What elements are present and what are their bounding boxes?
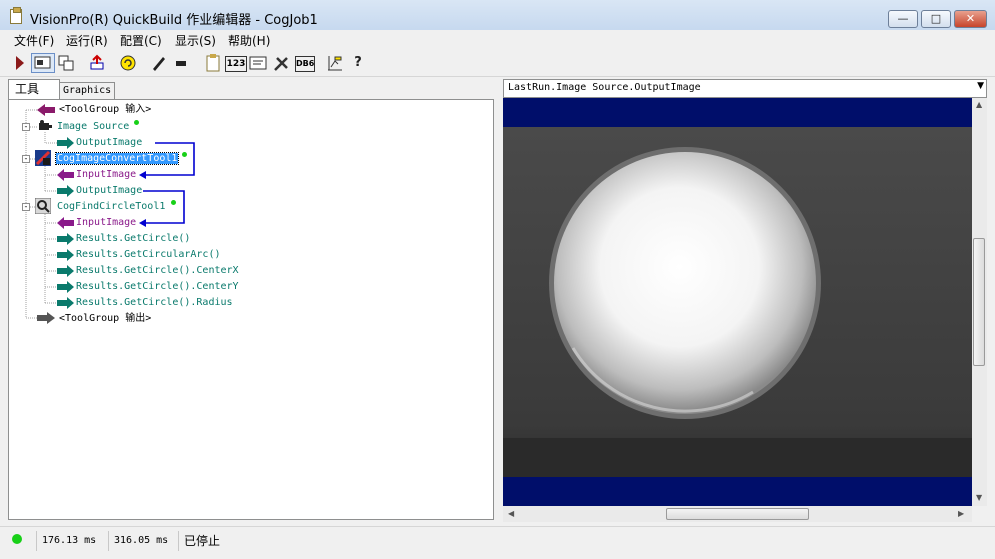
status-dot — [171, 200, 176, 205]
image-source-output[interactable]: OutputImage — [76, 136, 142, 150]
terminal-icon[interactable] — [248, 53, 268, 73]
menu-config[interactable]: 配置(C) — [120, 32, 162, 49]
import-icon[interactable] — [87, 53, 107, 73]
tools-icon[interactable] — [272, 53, 292, 73]
menu-view[interactable]: 显示(S) — [175, 32, 216, 49]
menu-bar: 文件(F) 运行(R) 配置(C) 显示(S) 帮助(H) — [0, 30, 995, 49]
app-icon — [10, 7, 22, 24]
convert-tool-node[interactable]: CogImageConvertTool1 — [54, 152, 180, 166]
output-arrow-icon — [57, 185, 74, 197]
run-status-indicator — [12, 534, 22, 544]
collapse-image-source[interactable]: - — [22, 123, 30, 131]
menu-help[interactable]: 帮助(H) — [228, 32, 270, 49]
menu-run[interactable]: 运行(R) — [66, 32, 108, 49]
collapse-convert-tool[interactable]: - — [22, 155, 30, 163]
status-bar: 176.13 ms 316.05 ms 已停止 — [0, 526, 995, 559]
output-group-arrow-icon — [37, 312, 55, 324]
help-icon[interactable]: ? — [348, 53, 368, 73]
scroll-up-icon[interactable]: ▲ — [976, 100, 982, 109]
output-arrow-icon — [57, 297, 74, 309]
edit-icon[interactable] — [149, 53, 169, 73]
minimize-button[interactable]: — — [888, 10, 918, 28]
link-icon[interactable] — [172, 53, 192, 73]
convert-output[interactable]: OutputImage — [76, 184, 142, 198]
input-arrow-icon — [37, 104, 55, 116]
chevron-down-icon[interactable]: ▼ — [977, 81, 984, 91]
window-title: VisionPro(R) QuickBuild 作业编辑器 - CogJob1 — [30, 13, 318, 28]
output-arrow-icon — [57, 137, 74, 149]
clipboard-icon[interactable] — [203, 53, 223, 73]
status-dot — [134, 120, 139, 125]
output-arrow-icon — [57, 281, 74, 293]
counter-icon[interactable]: 123 — [225, 56, 247, 72]
database-icon[interactable]: DB6 — [295, 56, 315, 72]
image-source-node[interactable]: Image Source — [57, 120, 129, 134]
tab-tools[interactable]: 工具 — [8, 79, 60, 100]
find-input[interactable]: InputImage — [76, 216, 136, 230]
result-radius[interactable]: Results.GetCircle().Radius — [76, 296, 233, 310]
convert-tool-label: CogImageConvertTool1 — [54, 152, 180, 165]
input-arrow-icon — [57, 169, 74, 181]
scroll-down-icon[interactable]: ▼ — [976, 493, 982, 502]
convert-input[interactable]: InputImage — [76, 168, 136, 182]
maximize-button[interactable]: □ — [921, 10, 951, 28]
chart-icon[interactable] — [325, 53, 345, 73]
run-icon[interactable] — [10, 53, 30, 73]
find-circle-tool-node[interactable]: CogFindCircleTool1 — [57, 200, 165, 214]
output-arrow-icon — [57, 265, 74, 277]
find-circle-tool-icon — [35, 198, 51, 214]
copy-icon[interactable] — [56, 53, 76, 73]
result-arc[interactable]: Results.GetCircularArc() — [76, 248, 221, 262]
result-circle[interactable]: Results.GetCircle() — [76, 232, 190, 246]
toolbar: 123 DB6 ? — [0, 50, 995, 77]
collapse-find-tool[interactable]: - — [22, 203, 30, 211]
group-input-node[interactable]: <ToolGroup 输入> — [59, 103, 151, 117]
vertical-scrollbar[interactable]: ▲ ▼ — [972, 98, 987, 506]
scroll-left-icon[interactable]: ◀ — [508, 509, 514, 518]
camera-image — [503, 127, 972, 477]
result-center-x[interactable]: Results.GetCircle().CenterX — [76, 264, 239, 278]
scroll-right-icon[interactable]: ▶ — [958, 509, 964, 518]
horizontal-scroll-thumb[interactable] — [666, 508, 809, 520]
close-button[interactable]: ✕ — [954, 10, 987, 28]
image-source-dropdown[interactable]: LastRun.Image Source.OutputImage ▼ — [503, 79, 987, 98]
output-arrow-icon — [57, 233, 74, 245]
camera-icon — [39, 120, 52, 130]
convert-tool-icon — [35, 150, 51, 166]
total-run-time: 316.05 ms — [108, 531, 178, 551]
view-toggle-icon[interactable] — [31, 53, 55, 73]
run-state: 已停止 — [178, 531, 258, 551]
result-center-y[interactable]: Results.GetCircle().CenterY — [76, 280, 239, 294]
menu-file[interactable]: 文件(F) — [14, 32, 54, 49]
input-arrow-icon — [57, 217, 74, 229]
status-dot — [182, 152, 187, 157]
selected-image-label: LastRun.Image Source.OutputImage — [508, 82, 701, 93]
group-output-node[interactable]: <ToolGroup 输出> — [59, 312, 151, 326]
output-arrow-icon — [57, 249, 74, 261]
last-run-time: 176.13 ms — [36, 531, 108, 551]
image-display[interactable] — [503, 98, 972, 506]
tab-graphics[interactable]: Graphics — [59, 82, 115, 100]
tool-tree[interactable]: - - - <ToolGroup 输入> Image Source Output… — [8, 99, 494, 520]
horizontal-scrollbar[interactable]: ◀ ▶ — [503, 506, 972, 522]
reset-icon[interactable] — [118, 53, 138, 73]
vertical-scroll-thumb[interactable] — [973, 238, 985, 366]
